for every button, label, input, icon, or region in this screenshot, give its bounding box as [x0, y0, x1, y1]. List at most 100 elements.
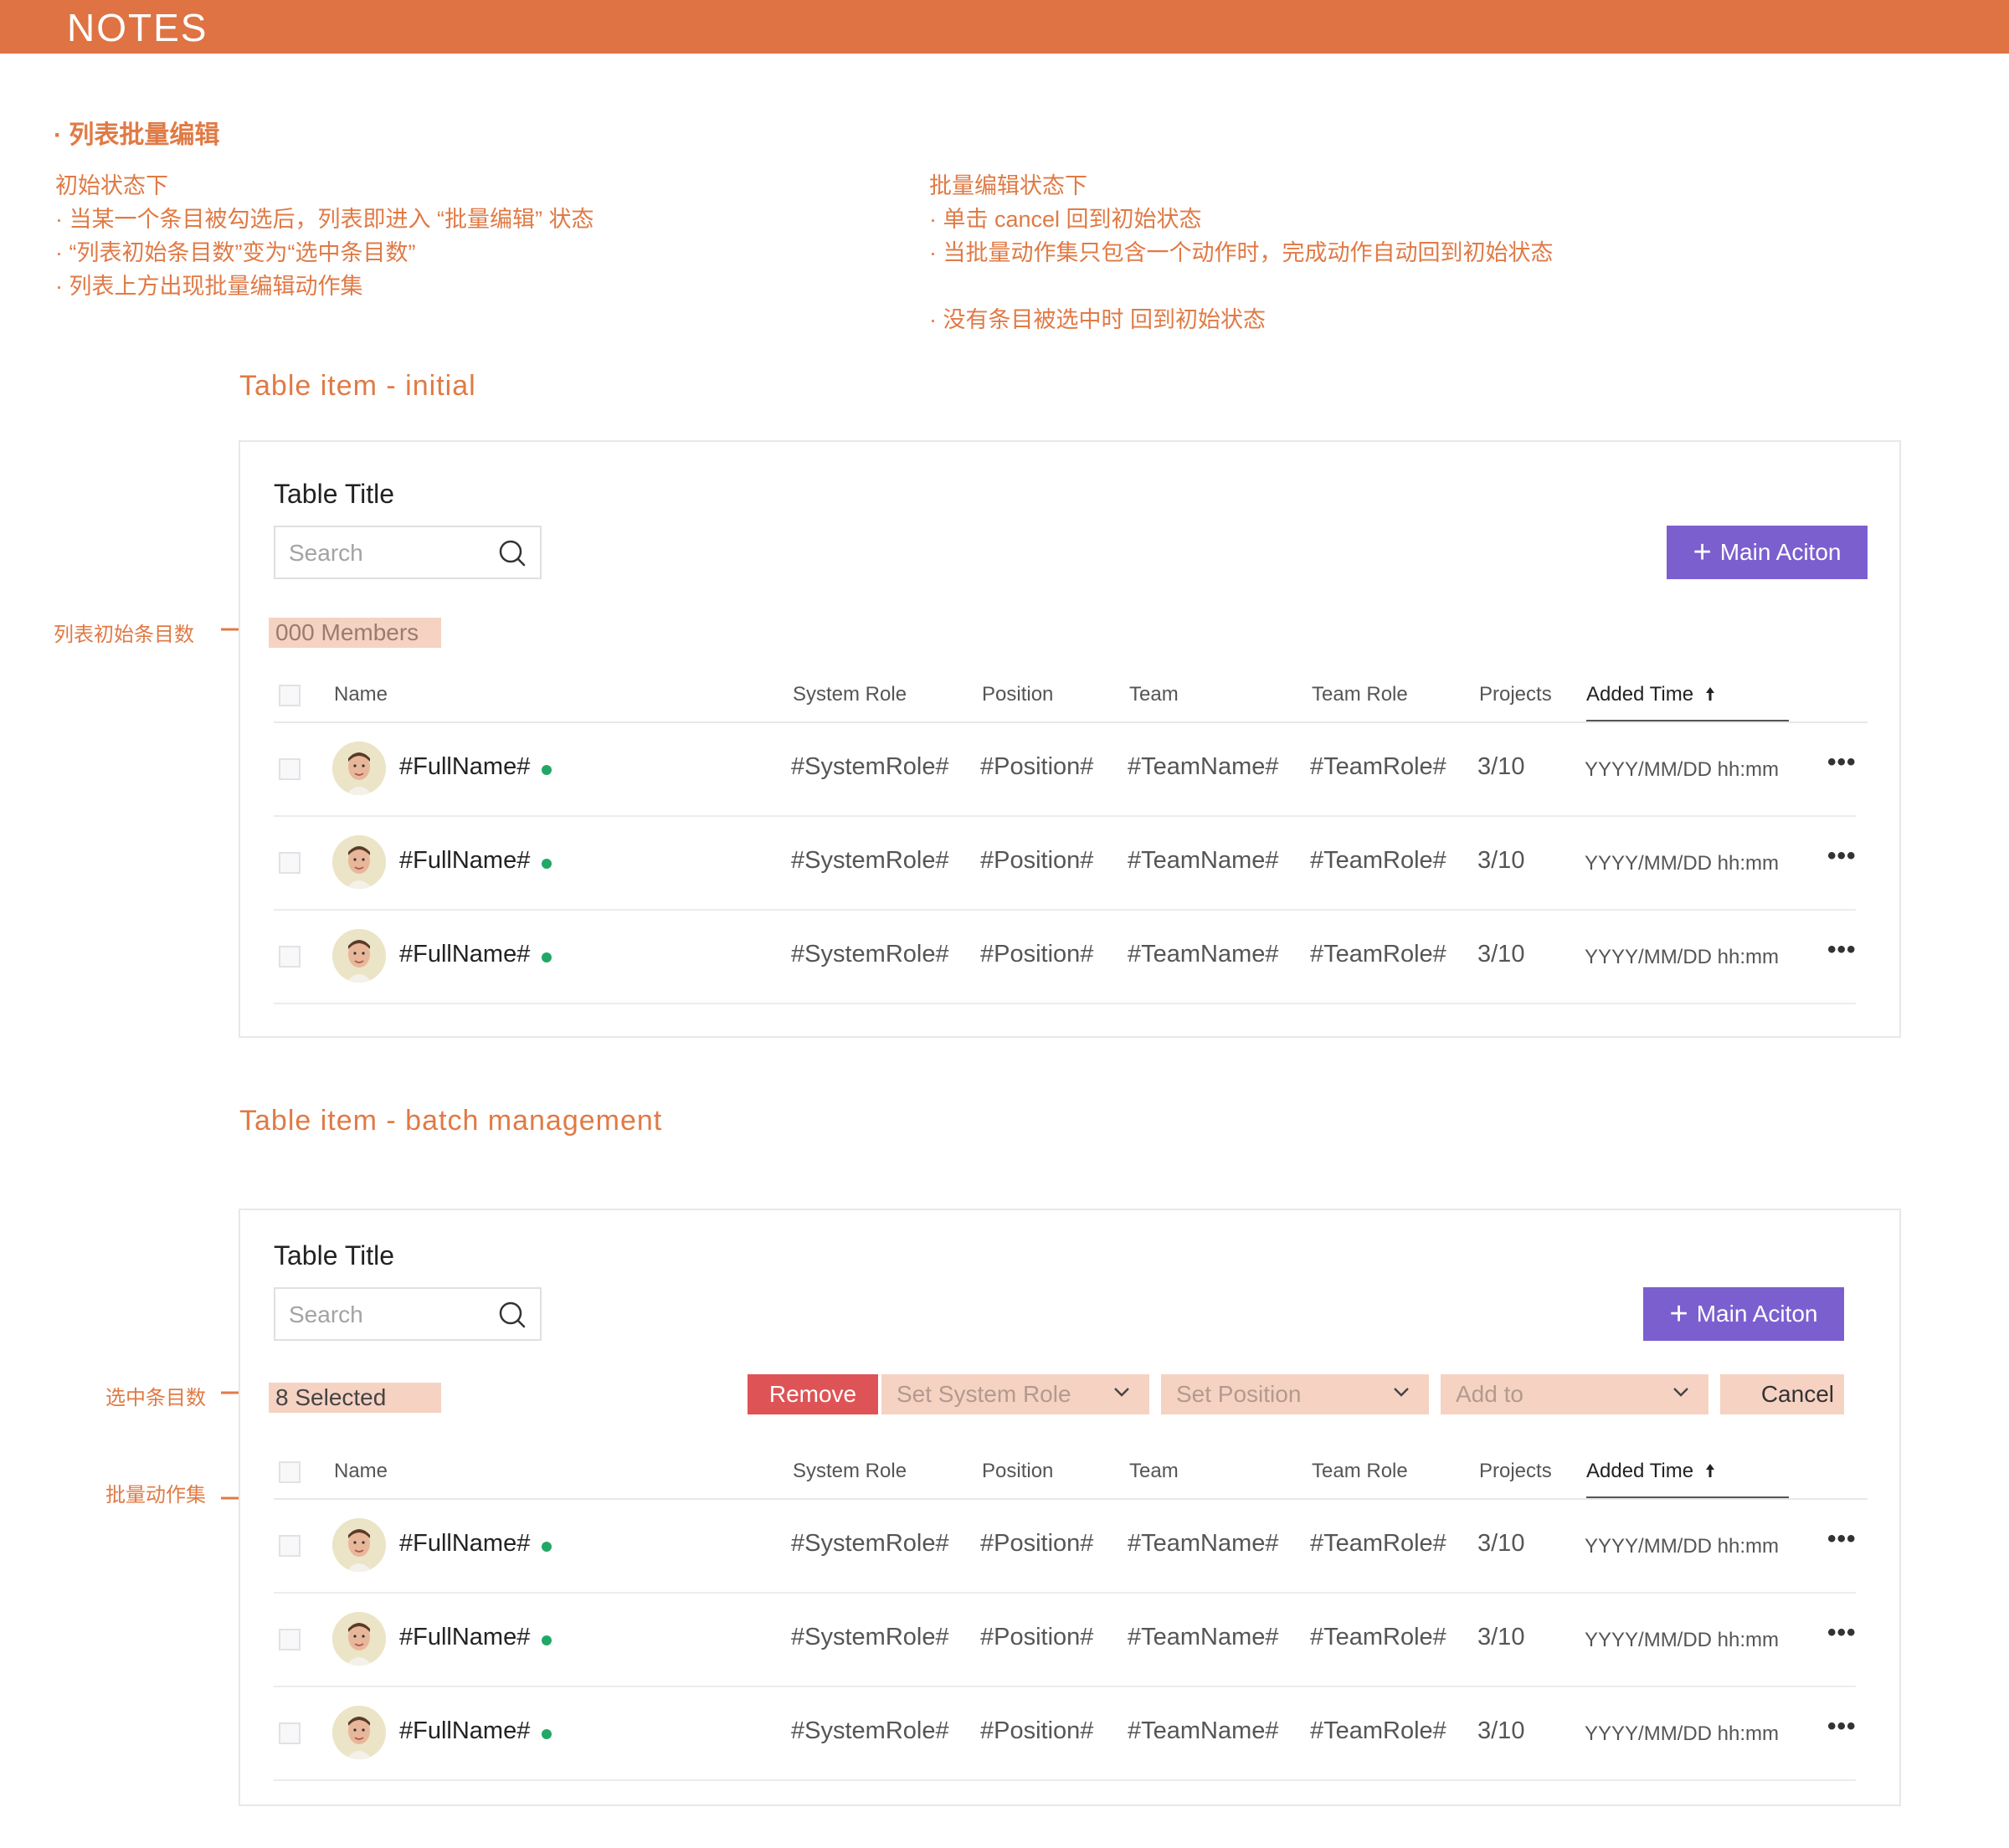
row-system-role: #SystemRole#	[791, 941, 949, 968]
column-header-team[interactable]: Team	[1129, 1460, 1179, 1483]
column-header-name[interactable]: Name	[334, 1460, 388, 1483]
row-full-name[interactable]: #FullName#	[399, 1717, 530, 1745]
column-header-added-time[interactable]: Added Time	[1586, 683, 1716, 706]
row-projects: 3/10	[1477, 941, 1525, 968]
set-system-role-label: Set System Role	[897, 1381, 1071, 1407]
row-full-name[interactable]: #FullName#	[399, 847, 530, 875]
row-added-time: YYYY/MM/DD hh:mm	[1585, 1535, 1780, 1558]
more-icon[interactable]: •••	[1827, 842, 1857, 870]
row-full-name[interactable]: #FullName#	[399, 1624, 530, 1651]
column-header-system-role[interactable]: System Role	[793, 683, 907, 706]
row-position: #Position#	[980, 1530, 1094, 1557]
row-full-name[interactable]: #FullName#	[399, 941, 530, 968]
more-icon[interactable]: •••	[1827, 1619, 1857, 1647]
section-initial-title: Table item - initial	[239, 370, 476, 402]
row-team-role: #TeamRole#	[1310, 1624, 1446, 1650]
avatar-face-icon	[332, 835, 386, 889]
avatar	[332, 835, 386, 889]
row-checkbox[interactable]	[279, 1629, 301, 1650]
avatar-face-icon	[332, 1612, 386, 1666]
member-count: 000 Members	[269, 618, 441, 648]
notes-right-item: · 单击 cancel 回到初始状态	[929, 207, 1202, 232]
row-team: #TeamName#	[1128, 1624, 1279, 1650]
row-full-name[interactable]: #FullName#	[399, 753, 530, 781]
row-checkbox[interactable]	[279, 758, 301, 780]
row-added-time: YYYY/MM/DD hh:mm	[1585, 1629, 1780, 1651]
row-system-role: #SystemRole#	[791, 1530, 949, 1557]
row-system-role: #SystemRole#	[791, 1624, 949, 1650]
column-header-position[interactable]: Position	[982, 683, 1053, 706]
row-system-role: #SystemRole#	[791, 753, 949, 780]
table-title: Table Title	[274, 479, 395, 509]
more-icon[interactable]: •••	[1827, 1712, 1857, 1741]
row-team: #TeamName#	[1128, 847, 1279, 874]
more-icon[interactable]: •••	[1827, 748, 1857, 777]
column-header-team-role[interactable]: Team Role	[1312, 1460, 1408, 1483]
online-status-dot	[542, 952, 552, 963]
row-team-role: #TeamRole#	[1310, 1717, 1446, 1744]
row-checkbox[interactable]	[279, 852, 301, 874]
column-header-team-role[interactable]: Team Role	[1312, 683, 1408, 706]
search-field[interactable]	[274, 1287, 542, 1341]
column-header-added-time[interactable]: Added Time	[1586, 1460, 1716, 1483]
header-divider	[274, 721, 1868, 723]
main-action-button[interactable]: + Main Aciton	[1667, 526, 1868, 579]
online-status-dot	[542, 1635, 552, 1645]
add-to-label: Add to	[1456, 1381, 1523, 1407]
avatar-face-icon	[332, 742, 386, 795]
row-full-name[interactable]: #FullName#	[399, 1530, 530, 1558]
more-icon[interactable]: •••	[1827, 1525, 1857, 1553]
row-team: #TeamName#	[1128, 753, 1279, 780]
more-icon[interactable]: •••	[1827, 936, 1857, 964]
cancel-button[interactable]: Cancel	[1720, 1374, 1844, 1414]
remove-button[interactable]: Remove	[748, 1374, 878, 1414]
column-header-projects[interactable]: Projects	[1479, 683, 1552, 706]
row-projects: 3/10	[1477, 1717, 1525, 1744]
add-to-dropdown[interactable]: Add to	[1441, 1374, 1708, 1414]
select-all-checkbox[interactable]	[279, 1461, 301, 1483]
row-team-role: #TeamRole#	[1310, 1530, 1446, 1557]
row-team: #TeamName#	[1128, 1717, 1279, 1744]
column-header-system-role[interactable]: System Role	[793, 1460, 907, 1483]
column-header-projects[interactable]: Projects	[1479, 1460, 1552, 1483]
notes-right-item: · 当批量动作集只包含一个动作时，完成动作自动回到初始状态	[929, 240, 1554, 265]
row-team: #TeamName#	[1128, 1530, 1279, 1557]
row-added-time: YYYY/MM/DD hh:mm	[1585, 852, 1780, 875]
column-header-team[interactable]: Team	[1129, 683, 1179, 706]
set-system-role-dropdown[interactable]: Set System Role	[881, 1374, 1149, 1414]
notes-right-item: · 没有条目被选中时 回到初始状态	[929, 307, 1266, 332]
row-projects: 3/10	[1477, 753, 1525, 780]
online-status-dot	[542, 765, 552, 775]
search-icon[interactable]	[498, 539, 527, 567]
notes-left-item: · 当某一个条目被勾选后，列表即进入 “批量编辑” 状态	[55, 207, 594, 232]
row-checkbox[interactable]	[279, 946, 301, 968]
row-checkbox[interactable]	[279, 1722, 301, 1744]
notes-heading: · 列表批量编辑	[54, 121, 220, 149]
search-field[interactable]	[274, 526, 542, 579]
notes-right-title: 批量编辑状态下	[929, 173, 1087, 198]
select-all-checkbox[interactable]	[279, 685, 301, 706]
notes-left-block: 初始状态下 · 当某一个条目被勾选后，列表即进入 “批量编辑” 状态 · “列表…	[55, 169, 593, 303]
annotation-selected-count: 选中条目数	[105, 1387, 206, 1409]
avatar	[332, 929, 386, 983]
row-checkbox[interactable]	[279, 1535, 301, 1557]
notes-header-bar: NOTES	[0, 0, 2009, 54]
row-position: #Position#	[980, 753, 1094, 780]
search-icon[interactable]	[498, 1301, 527, 1329]
row-position: #Position#	[980, 847, 1094, 874]
notes-right-block: 批量编辑状态下 · 单击 cancel 回到初始状态 · 当批量动作集只包含一个…	[929, 169, 1554, 336]
row-system-role: #SystemRole#	[791, 847, 949, 874]
row-divider	[274, 1779, 1856, 1781]
set-position-dropdown[interactable]: Set Position	[1161, 1374, 1429, 1414]
column-header-name[interactable]: Name	[334, 683, 388, 706]
column-header-position[interactable]: Position	[982, 1460, 1053, 1483]
row-position: #Position#	[980, 941, 1094, 968]
main-action-button[interactable]: + Main Aciton	[1643, 1287, 1844, 1341]
search-input[interactable]	[287, 1297, 491, 1332]
search-input[interactable]	[287, 536, 491, 571]
row-added-time: YYYY/MM/DD hh:mm	[1585, 1722, 1780, 1745]
section-batch-title: Table item - batch management	[239, 1105, 663, 1137]
notes-header-title: NOTES	[67, 6, 208, 49]
notes-left-item: · 列表上方出现批量编辑动作集	[55, 274, 363, 299]
notes-left-item: · “列表初始条目数”变为“选中条目数”	[55, 240, 416, 265]
